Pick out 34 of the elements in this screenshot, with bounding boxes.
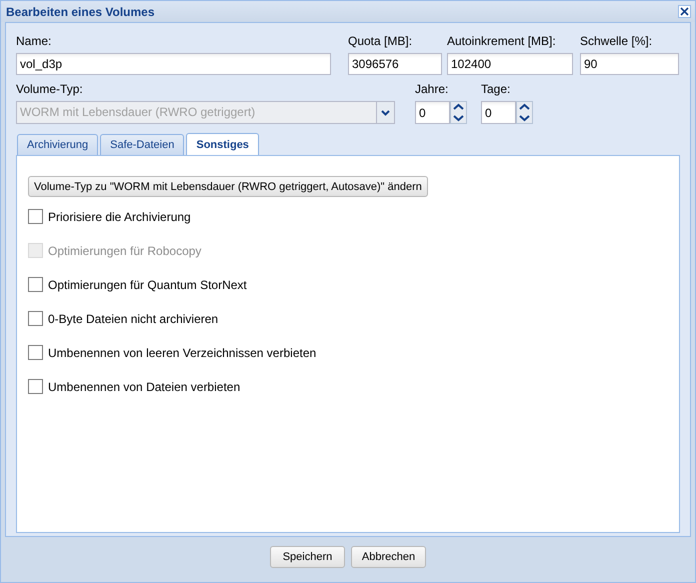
number-field[interactable]: 0	[415, 101, 450, 124]
checkbox-label: Optimierungen für Quantum StorNext	[48, 278, 247, 292]
dialog-button[interactable]: Speichern	[270, 546, 345, 568]
checkbox[interactable]	[28, 277, 43, 292]
spinner-arrows-icon[interactable]	[516, 101, 533, 124]
dialog-button[interactable]: Abbrechen	[351, 546, 426, 568]
field-label: Quota [MB]:	[348, 33, 414, 49]
checkbox[interactable]	[28, 345, 43, 360]
checkbox[interactable]	[28, 311, 43, 326]
checkbox-label: Optimierungen für Robocopy	[48, 244, 202, 258]
close-button[interactable]	[678, 5, 691, 18]
tab[interactable]: Safe-Dateien	[100, 134, 184, 155]
field-label: Name:	[16, 33, 52, 49]
field-label: Volume-Typ:	[16, 81, 84, 97]
input-field[interactable]: 90	[580, 53, 679, 75]
checkbox[interactable]	[28, 379, 43, 394]
tab[interactable]: Sonstiges	[186, 133, 259, 155]
checkbox-label: Priorisiere die Archivierung	[48, 210, 191, 224]
input-field[interactable]: vol_d3p	[16, 53, 331, 75]
change-type-button[interactable]: Volume-Typ zu "WORM mit Lebensdauer (RWRO getriggert, Autosave)" ändern	[28, 176, 428, 197]
field-label: Tage:	[481, 81, 512, 97]
input-field[interactable]: 3096576	[348, 53, 442, 75]
checkbox-label: 0-Byte Dateien nicht archivieren	[48, 312, 218, 326]
spinner-arrows-icon[interactable]	[450, 101, 467, 124]
field-label: Jahre:	[415, 81, 450, 97]
number-field[interactable]: 0	[481, 101, 516, 124]
checkbox-label: Umbenennen von Dateien verbieten	[48, 380, 240, 394]
window-title: Bearbeiten eines Volumes	[6, 4, 154, 18]
field-label: Schwelle [%]:	[580, 33, 654, 49]
tab[interactable]: Archivierung	[17, 134, 98, 155]
checkbox[interactable]	[28, 209, 43, 224]
field-label: Autoinkrement [MB]:	[447, 33, 557, 49]
checkbox-label: Umbenennen von leeren Verzeichnissen verbieten	[48, 346, 316, 360]
input-field[interactable]: 102400	[447, 53, 573, 75]
